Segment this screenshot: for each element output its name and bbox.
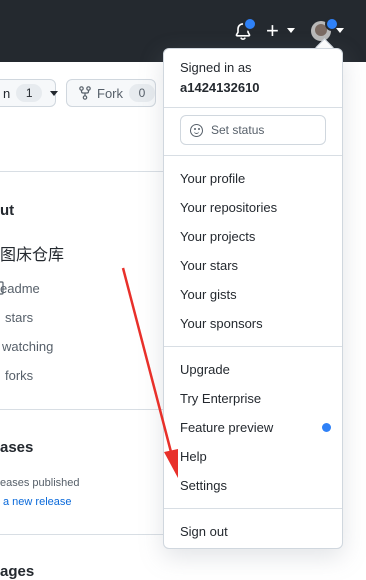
menu-item-your-profile[interactable]: Your profile <box>180 171 245 187</box>
chevron-down-icon <box>50 90 59 96</box>
feature-preview-indicator <box>322 423 331 432</box>
packages-heading: ages <box>0 563 35 580</box>
menu-divider <box>164 155 342 156</box>
menu-divider <box>164 346 342 347</box>
menu-item-your-gists[interactable]: Your gists <box>180 287 237 303</box>
fork-label: Fork <box>97 85 123 101</box>
forks-link[interactable]: forks <box>5 368 33 383</box>
username[interactable]: a1424132610 <box>180 80 260 95</box>
create-release-link[interactable]: a new release <box>3 496 72 508</box>
stars-link[interactable]: stars <box>5 310 33 325</box>
menu-divider <box>164 107 342 108</box>
chevron-down-icon[interactable] <box>287 28 295 33</box>
menu-item-your-sponsors[interactable]: Your sponsors <box>180 316 263 332</box>
set-status-label: Set status <box>211 123 265 137</box>
watch-count: 1 <box>16 84 43 102</box>
fork-count: 0 <box>129 84 155 102</box>
menu-item-upgrade[interactable]: Upgrade <box>180 362 230 378</box>
chevron-down-icon[interactable] <box>336 28 344 33</box>
about-heading: ut <box>0 202 15 219</box>
create-new-button[interactable]: + <box>266 20 279 42</box>
menu-item-sign-out[interactable]: Sign out <box>180 524 228 540</box>
menu-item-your-projects[interactable]: Your projects <box>180 229 255 245</box>
repo-description: 图床仓库 <box>0 247 65 264</box>
menu-divider <box>164 508 342 509</box>
divider <box>0 171 170 172</box>
divider <box>0 534 170 535</box>
menu-item-try-enterprise[interactable]: Try Enterprise <box>180 391 261 407</box>
watching-link[interactable]: watching <box>2 339 53 354</box>
user-dropdown-menu: Signed in as a1424132610 Set status Your… <box>163 48 343 549</box>
fork-button[interactable]: Fork 0 <box>66 79 156 107</box>
menu-item-feature-preview[interactable]: Feature preview <box>180 420 273 436</box>
releases-heading: ases <box>0 439 34 456</box>
releases-status: eases published <box>0 477 80 489</box>
menu-item-help[interactable]: Help <box>180 449 207 465</box>
smiley-icon <box>190 123 203 137</box>
signed-in-label: Signed in as <box>180 60 252 75</box>
fork-icon <box>79 86 91 100</box>
notification-indicator <box>243 17 257 31</box>
set-status-button[interactable]: Set status <box>180 115 326 145</box>
watch-button[interactable]: n 1 <box>0 79 59 107</box>
menu-item-your-repositories[interactable]: Your repositories <box>180 200 277 216</box>
watch-label: n <box>3 85 11 101</box>
readme-link[interactable]: eadme <box>0 281 40 296</box>
menu-item-settings[interactable]: Settings <box>180 478 227 494</box>
divider <box>0 409 170 410</box>
menu-item-your-stars[interactable]: Your stars <box>180 258 238 274</box>
